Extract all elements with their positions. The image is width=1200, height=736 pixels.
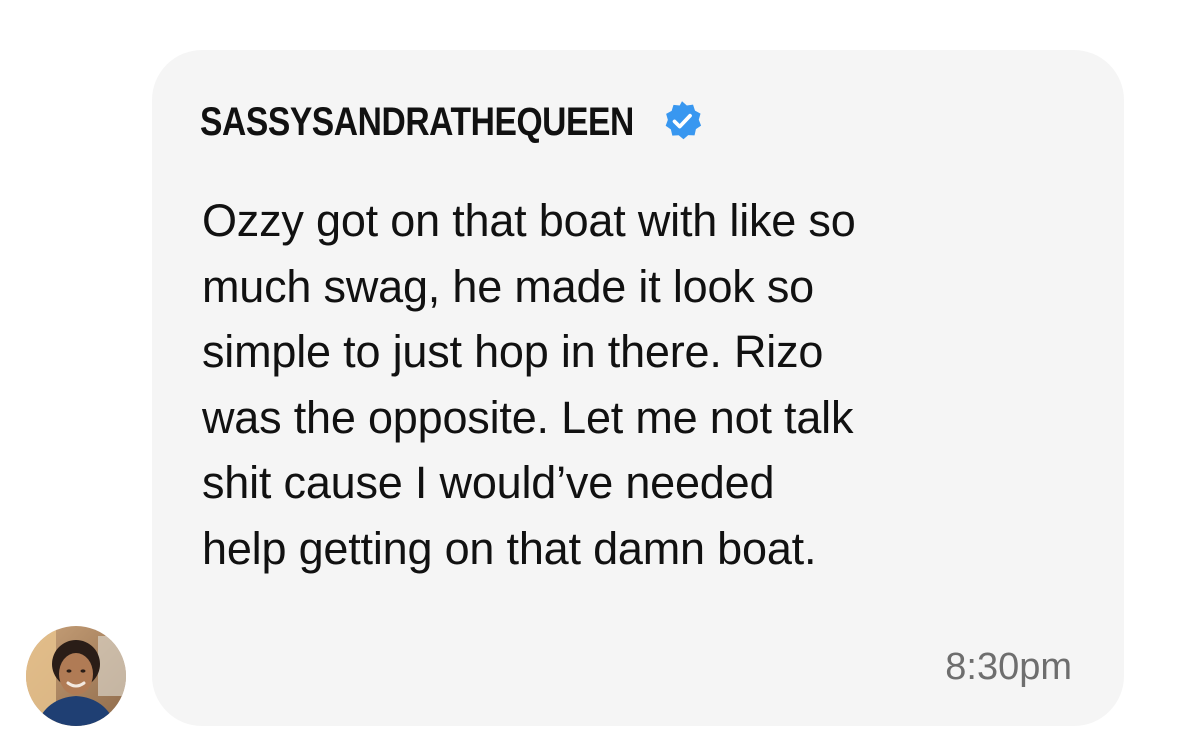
username[interactable]: SASSYSANDRATHEQUEEN (200, 100, 634, 145)
message-bubble[interactable]: SASSYSANDRATHEQUEEN Ozzy got on that boa… (152, 50, 1124, 726)
verified-badge-icon (666, 101, 702, 140)
avatar[interactable] (26, 626, 126, 726)
avatar-image (26, 626, 126, 726)
message-timestamp: 8:30pm (945, 646, 1072, 688)
message-header: SASSYSANDRATHEQUEEN (200, 90, 705, 154)
message-text: Ozzy got on that boat with like so much … (202, 195, 856, 574)
chat-view: SASSYSANDRATHEQUEEN Ozzy got on that boa… (0, 0, 1200, 736)
